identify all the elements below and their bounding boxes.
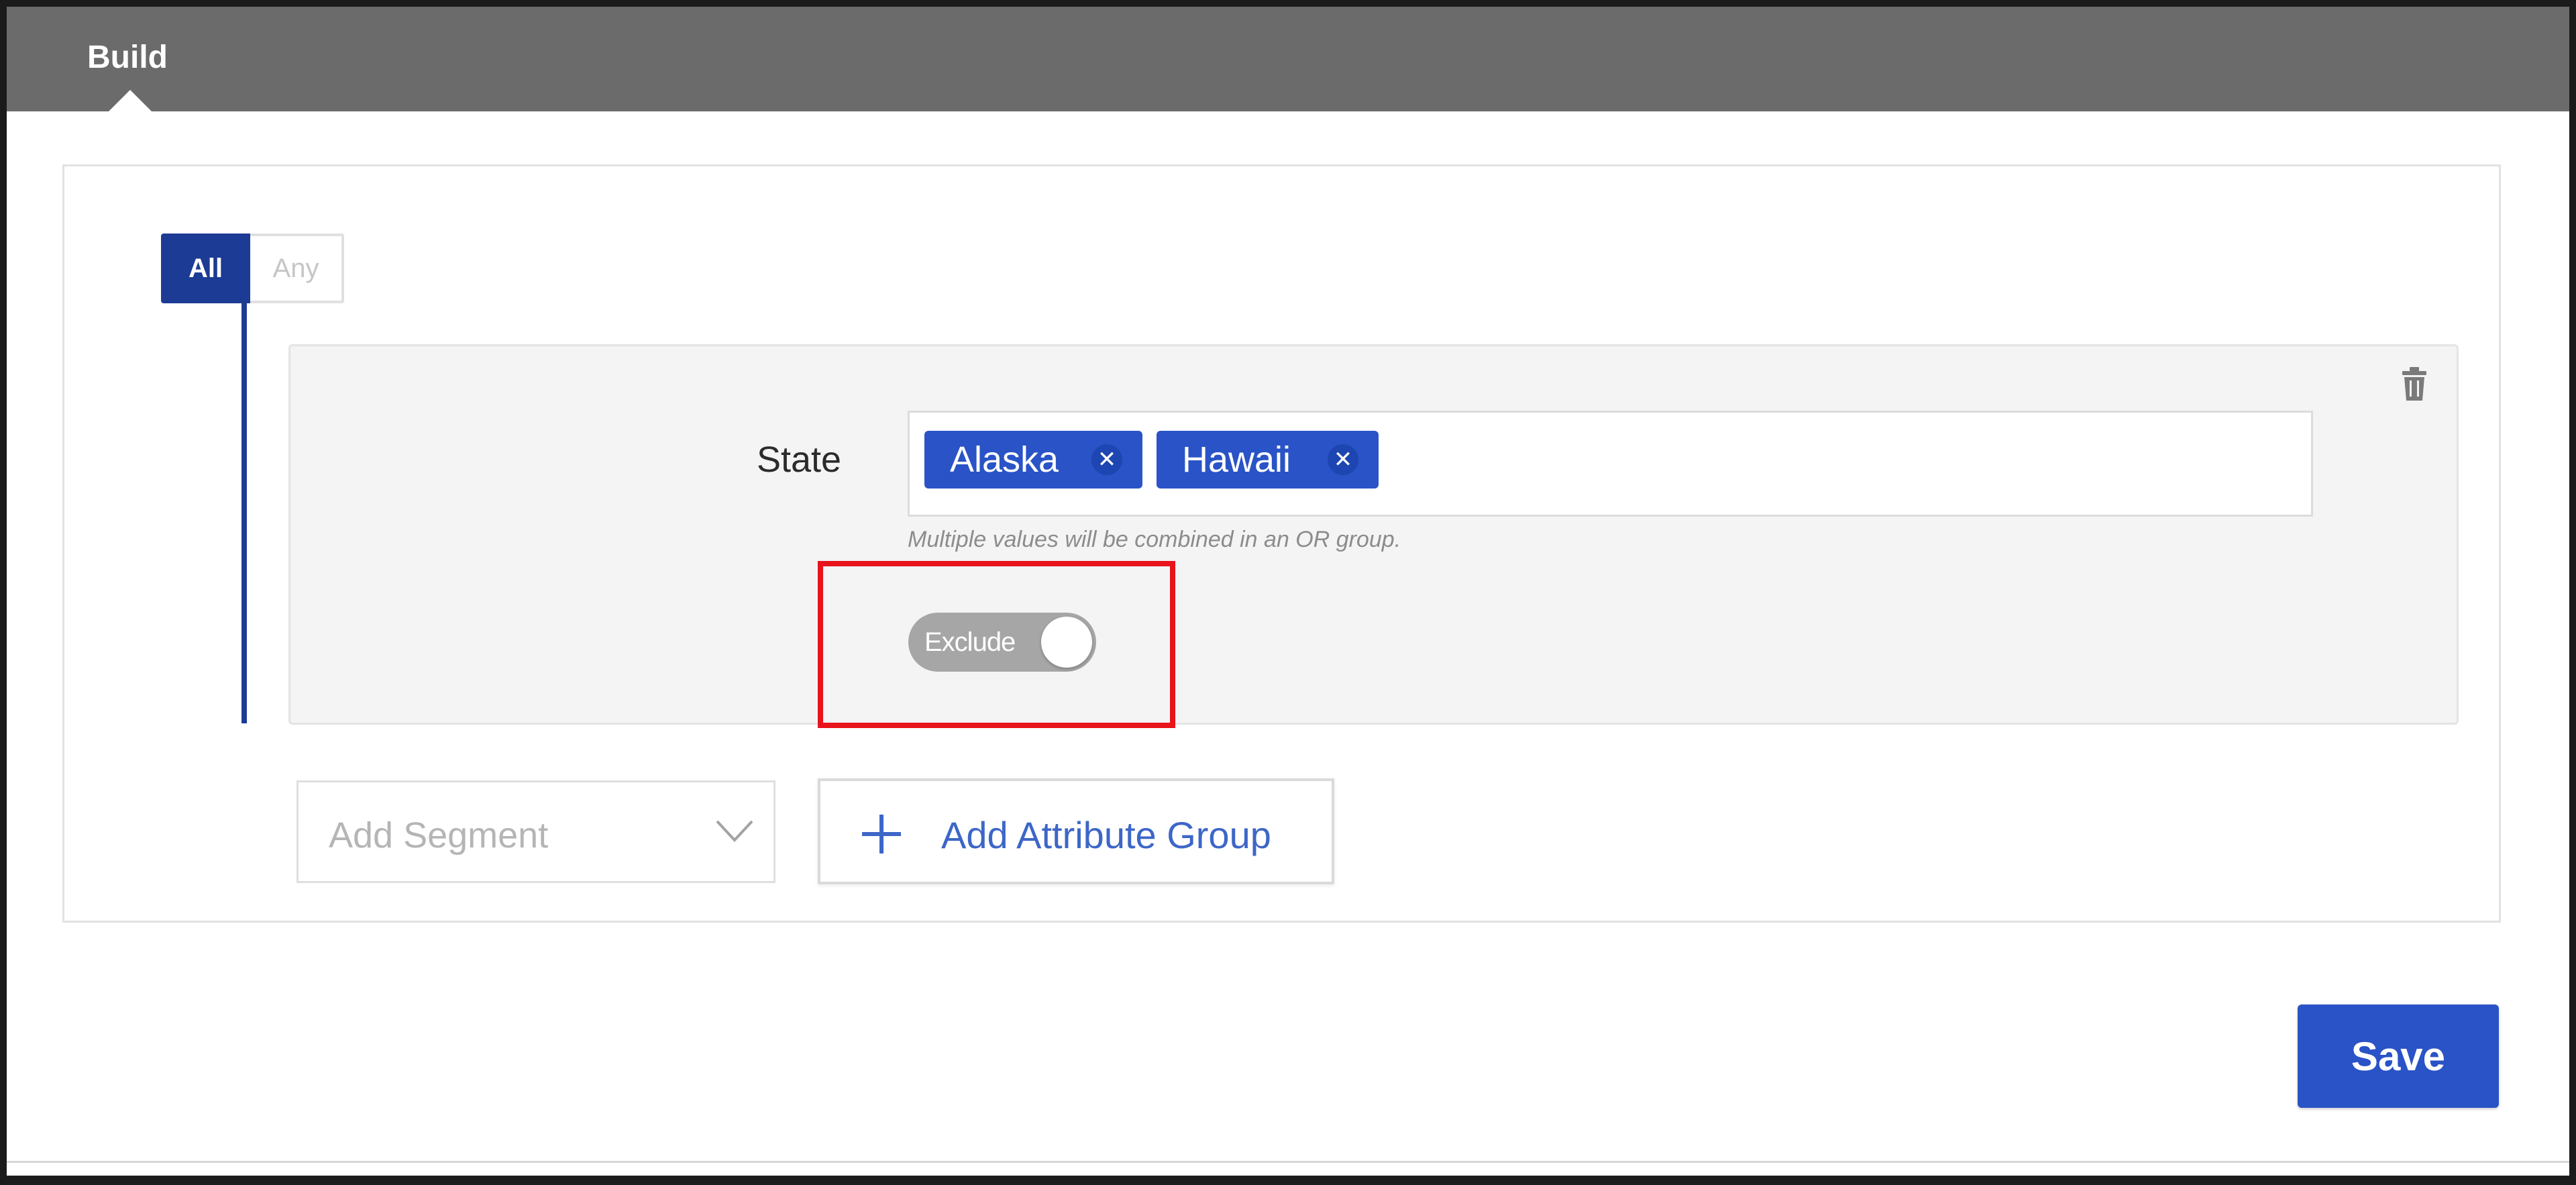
logic-all-button[interactable]: All bbox=[161, 234, 250, 303]
plus-icon bbox=[862, 815, 901, 854]
logic-any-button[interactable]: Any bbox=[250, 234, 344, 303]
add-segment-placeholder: Add Segment bbox=[329, 815, 549, 856]
add-attribute-group-label: Add Attribute Group bbox=[941, 814, 1271, 856]
exclude-label: Exclude bbox=[924, 627, 1016, 657]
header-bar bbox=[7, 7, 2569, 111]
close-icon[interactable]: ✕ bbox=[1091, 444, 1122, 475]
chevron-down-icon bbox=[716, 820, 753, 842]
close-icon[interactable]: ✕ bbox=[1328, 444, 1358, 475]
save-button[interactable]: Save bbox=[2298, 1004, 2499, 1108]
add-segment-dropdown[interactable]: Add Segment bbox=[297, 780, 775, 883]
trash-icon[interactable] bbox=[2400, 366, 2429, 402]
chip-label: Alaska bbox=[950, 440, 1059, 480]
all-any-toggle: All Any bbox=[161, 234, 344, 303]
chip-label: Hawaii bbox=[1182, 440, 1291, 480]
active-tab-indicator bbox=[107, 90, 153, 113]
group-connector-line bbox=[241, 303, 247, 723]
footer-divider bbox=[7, 1161, 2569, 1163]
state-field-label: State bbox=[757, 440, 842, 480]
exclude-toggle[interactable]: Exclude bbox=[908, 613, 1096, 672]
value-chip-alaska: Alaska ✕ bbox=[924, 431, 1142, 488]
toggle-knob bbox=[1041, 617, 1092, 668]
add-attribute-group-button[interactable]: Add Attribute Group bbox=[818, 778, 1334, 884]
or-group-hint: Multiple values will be combined in an O… bbox=[908, 527, 1401, 552]
value-chip-hawaii: Hawaii ✕ bbox=[1157, 431, 1379, 488]
tab-build[interactable]: Build bbox=[87, 39, 168, 76]
